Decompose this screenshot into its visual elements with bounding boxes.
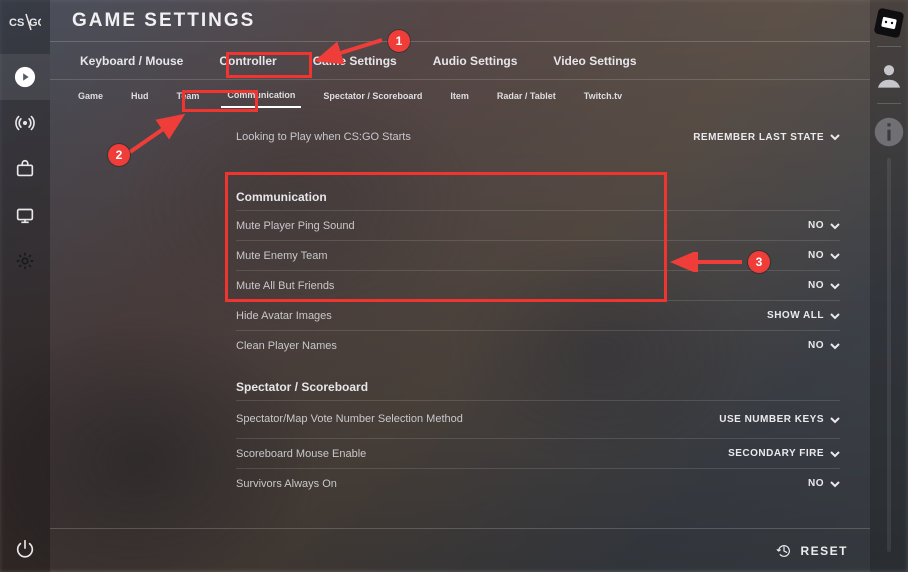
setting-row-scoreboard-mouse: Scoreboard Mouse Enable SECONDARY FIRE xyxy=(236,438,840,468)
setting-value-text: USE NUMBER KEYS xyxy=(719,414,824,425)
chevron-down-icon xyxy=(830,132,840,142)
tab-audio-settings[interactable]: Audio Settings xyxy=(425,50,526,72)
chevron-down-icon xyxy=(830,449,840,459)
profile-icon[interactable] xyxy=(870,53,908,97)
page-title: GAME SETTINGS xyxy=(72,10,255,32)
setting-label: Survivors Always On xyxy=(236,478,337,490)
watch-icon[interactable] xyxy=(0,192,50,238)
setting-value-dropdown[interactable]: NO xyxy=(808,250,840,261)
setting-value-text: REMEMBER LAST STATE xyxy=(693,132,824,143)
play-icon[interactable] xyxy=(0,54,50,100)
chevron-down-icon xyxy=(830,311,840,321)
info-icon[interactable] xyxy=(870,110,908,154)
setting-label: Mute Enemy Team xyxy=(236,250,328,262)
setting-row-mute-all-but-friends: Mute All But Friends NO xyxy=(236,270,840,300)
section-title-communication: Communication xyxy=(236,190,840,204)
chevron-down-icon xyxy=(830,251,840,261)
setting-label: Spectator/Map Vote Number Selection Meth… xyxy=(236,413,463,426)
settings-content: Looking to Play when CS:GO Starts REMEMB… xyxy=(50,120,870,528)
setting-label: Mute All But Friends xyxy=(236,280,334,292)
setting-row-mute-ping: Mute Player Ping Sound NO xyxy=(236,210,840,240)
chevron-down-icon xyxy=(830,415,840,425)
subtab-game[interactable]: Game xyxy=(72,85,109,107)
setting-row-clean-names: Clean Player Names NO xyxy=(236,330,840,360)
setting-label: Scoreboard Mouse Enable xyxy=(236,448,366,460)
setting-label: Looking to Play when CS:GO Starts xyxy=(236,131,411,143)
subtab-twitch[interactable]: Twitch.tv xyxy=(578,85,628,107)
setting-row: Looking to Play when CS:GO Starts REMEMB… xyxy=(236,126,840,148)
setting-label: Clean Player Names xyxy=(236,340,337,352)
footer: RESET xyxy=(50,528,870,572)
reset-button[interactable]: RESET xyxy=(776,543,848,559)
setting-value-dropdown[interactable]: USE NUMBER KEYS xyxy=(719,414,840,425)
svg-text:GO: GO xyxy=(29,17,41,29)
setting-value-text: SHOW ALL xyxy=(767,310,824,321)
section-title-spectator: Spectator / Scoreboard xyxy=(236,380,840,394)
subtab-communication[interactable]: Communication xyxy=(221,84,301,108)
inventory-icon[interactable] xyxy=(0,146,50,192)
subtab-hud[interactable]: Hud xyxy=(125,85,155,107)
reset-label: RESET xyxy=(800,544,848,558)
tab-keyboard-mouse[interactable]: Keyboard / Mouse xyxy=(72,50,191,72)
setting-row-mute-enemy: Mute Enemy Team NO xyxy=(236,240,840,270)
setting-value-dropdown[interactable]: REMEMBER LAST STATE xyxy=(693,132,840,143)
corner-emblem-icon xyxy=(872,6,906,40)
header: GAME SETTINGS xyxy=(50,0,870,42)
setting-label: Mute Player Ping Sound xyxy=(236,220,355,232)
setting-row-survivors: Survivors Always On NO xyxy=(236,468,840,498)
power-icon[interactable] xyxy=(0,526,50,572)
broadcast-icon[interactable] xyxy=(0,100,50,146)
history-icon xyxy=(776,543,792,559)
chevron-down-icon xyxy=(830,341,840,351)
setting-value-dropdown[interactable]: NO xyxy=(808,478,840,489)
right-sidebar xyxy=(870,0,908,572)
chevron-down-icon xyxy=(830,479,840,489)
tab-controller[interactable]: Controller xyxy=(211,50,284,72)
settings-gear-icon[interactable] xyxy=(0,238,50,284)
setting-value-text: SECONDARY FIRE xyxy=(728,448,824,459)
setting-label: Hide Avatar Images xyxy=(236,310,332,322)
setting-value-text: NO xyxy=(808,478,824,489)
svg-text:CS: CS xyxy=(9,17,24,29)
setting-row-hide-avatar: Hide Avatar Images SHOW ALL xyxy=(236,300,840,330)
setting-value-text: NO xyxy=(808,280,824,291)
setting-value-dropdown[interactable]: NO xyxy=(808,340,840,351)
subtab-item[interactable]: Item xyxy=(444,85,475,107)
subtab-radar-tablet[interactable]: Radar / Tablet xyxy=(491,85,562,107)
setting-value-dropdown[interactable]: NO xyxy=(808,280,840,291)
chevron-down-icon xyxy=(830,221,840,231)
subtab-team[interactable]: Team xyxy=(171,85,206,107)
setting-value-text: NO xyxy=(808,220,824,231)
setting-value-text: NO xyxy=(808,340,824,351)
setting-row-vote-number: Spectator/Map Vote Number Selection Meth… xyxy=(236,400,840,438)
setting-value-dropdown[interactable]: SHOW ALL xyxy=(767,310,840,321)
csgo-logo: CS GO xyxy=(9,8,41,36)
main-tabs: Keyboard / Mouse Controller Game Setting… xyxy=(50,42,870,80)
chevron-down-icon xyxy=(830,281,840,291)
tab-game-settings[interactable]: Game Settings xyxy=(305,50,405,72)
subtab-spectator-scoreboard[interactable]: Spectator / Scoreboard xyxy=(317,85,428,107)
tab-video-settings[interactable]: Video Settings xyxy=(545,50,644,72)
scrollbar[interactable] xyxy=(887,158,891,552)
setting-value-dropdown[interactable]: NO xyxy=(808,220,840,231)
setting-value-dropdown[interactable]: SECONDARY FIRE xyxy=(728,448,840,459)
left-sidebar: CS GO xyxy=(0,0,50,572)
sub-tabs: Game Hud Team Communication Spectator / … xyxy=(50,80,870,112)
setting-value-text: NO xyxy=(808,250,824,261)
